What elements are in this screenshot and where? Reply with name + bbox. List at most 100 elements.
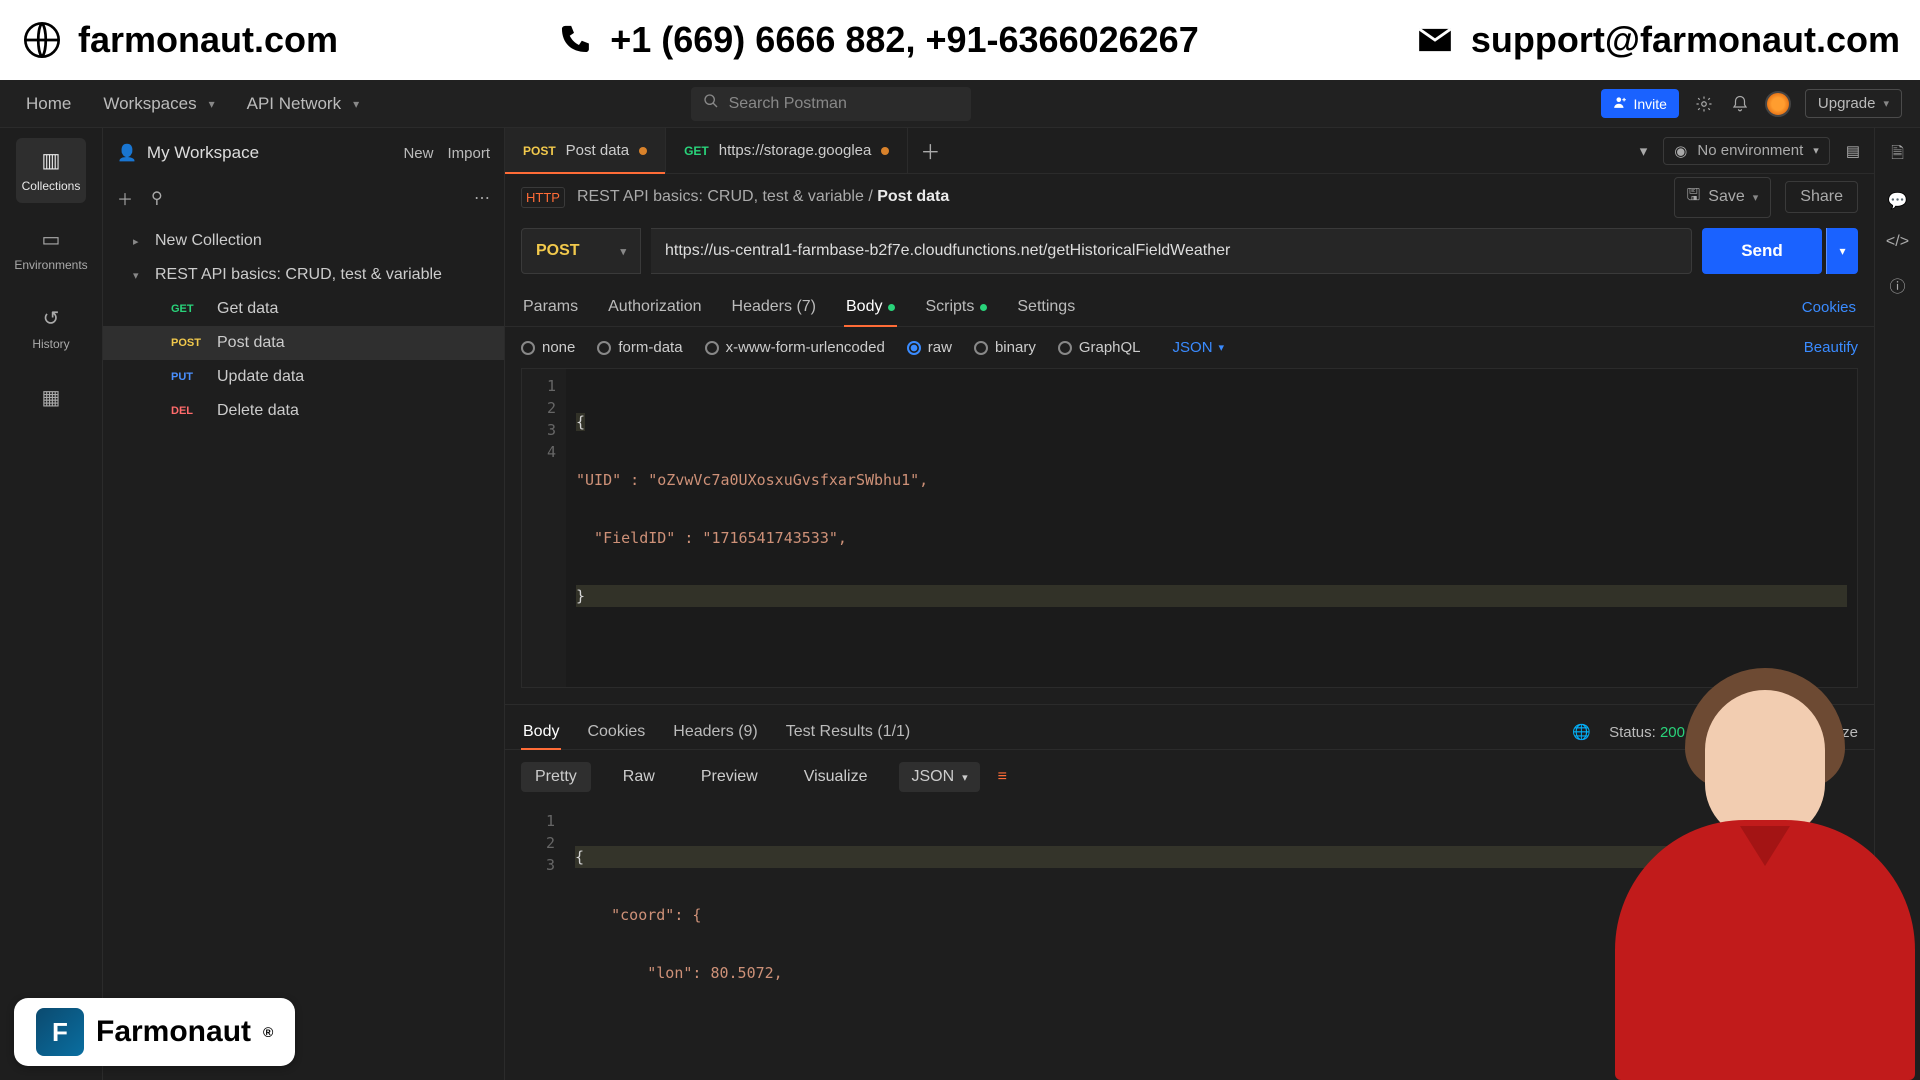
wrap-icon[interactable]: ≡	[998, 768, 1007, 786]
chevron-right-icon: ▸	[133, 235, 145, 248]
settings-icon[interactable]	[1693, 93, 1715, 115]
new-button[interactable]: New	[403, 145, 433, 162]
code-line: {	[575, 848, 584, 866]
logo-registered: ®	[263, 1024, 273, 1040]
body-graphql[interactable]: GraphQL	[1058, 339, 1141, 356]
request-name: Post data	[217, 334, 285, 352]
mail-icon	[1413, 18, 1457, 62]
body-x-www[interactable]: x-www-form-urlencoded	[705, 339, 885, 356]
collection-row[interactable]: ▸ New Collection	[103, 224, 504, 258]
logo-mark-icon: F	[36, 1008, 84, 1056]
response-panel: Body Cookies Headers (9) Test Results (1…	[505, 704, 1874, 1080]
resp-tab-cookies[interactable]: Cookies	[585, 715, 647, 749]
resp-view-raw[interactable]: Raw	[609, 762, 669, 792]
code-icon[interactable]: </>	[1886, 233, 1909, 251]
resp-view-preview[interactable]: Preview	[687, 762, 772, 792]
network-icon[interactable]: 🌐	[1572, 723, 1591, 741]
save-button[interactable]: 🖫 Save ▾	[1674, 177, 1772, 218]
comments-icon[interactable]: 💬	[1888, 191, 1908, 211]
tab-authorization[interactable]: Authorization	[606, 288, 703, 326]
body-binary-label: binary	[995, 339, 1036, 356]
cookies-link[interactable]: Cookies	[1800, 288, 1858, 326]
tab-settings[interactable]: Settings	[1015, 288, 1077, 326]
resp-tab-headers[interactable]: Headers (9)	[671, 715, 759, 749]
add-icon[interactable]: ＋	[117, 186, 133, 210]
logo-name: Farmonaut	[96, 1015, 251, 1049]
tab-scripts-label: Scripts	[925, 298, 974, 316]
nav-workspaces[interactable]: Workspaces	[95, 88, 222, 120]
nav-api-network[interactable]: API Network	[239, 88, 368, 120]
rail-history[interactable]: ↺ History	[16, 296, 86, 361]
resp-tab-tests[interactable]: Test Results (1/1)	[784, 715, 912, 749]
tab-params[interactable]: Params	[521, 288, 580, 326]
environment-selector[interactable]: ◉ No environment ▾	[1663, 137, 1830, 165]
body-format-select[interactable]: JSON ▾	[1173, 339, 1225, 356]
side-rail: ▥ Collections ▭ Environments ↺ History ▦	[0, 128, 103, 1080]
import-button[interactable]: Import	[447, 145, 490, 162]
nav-home[interactable]: Home	[18, 88, 79, 120]
method-value: POST	[536, 242, 580, 260]
body-format-label: JSON	[1173, 339, 1213, 356]
send-options-button[interactable]: ▾	[1826, 228, 1858, 274]
url-input[interactable]: https://us-central1-farmbase-b2f7e.cloud…	[651, 228, 1692, 274]
resp-view-pretty[interactable]: Pretty	[521, 762, 591, 792]
brand-phone: +1 (669) 6666 882, +91-6366026267	[552, 18, 1199, 62]
invite-button[interactable]: Invite	[1601, 89, 1678, 118]
share-button[interactable]: Share	[1785, 181, 1858, 213]
info-icon[interactable]: ⓘ	[1889, 273, 1905, 297]
body-form-data[interactable]: form-data	[597, 339, 682, 356]
tab-body[interactable]: Body	[844, 288, 897, 326]
tab-scripts[interactable]: Scripts	[923, 288, 989, 326]
upgrade-button[interactable]: Upgrade ▾	[1805, 89, 1902, 118]
breadcrumb-path[interactable]: REST API basics: CRUD, test & variable /…	[577, 188, 949, 206]
rail-collections[interactable]: ▥ Collections	[16, 138, 86, 203]
notifications-icon[interactable]	[1729, 93, 1751, 115]
body-raw[interactable]: raw	[907, 339, 952, 356]
resp-view-visualize[interactable]: Visualize	[790, 762, 882, 792]
global-search[interactable]: Search Postman	[691, 87, 971, 121]
resp-format-select[interactable]: JSON ▾	[899, 762, 979, 792]
tree-toolbar: ＋ ⚲ ⋯	[103, 178, 504, 218]
tabs-chevron-icon[interactable]: ▾	[1640, 142, 1648, 160]
workspace-name: My Workspace	[147, 143, 259, 163]
docs-icon[interactable]: 🗎	[1891, 142, 1904, 169]
beautify-button[interactable]: Beautify	[1804, 339, 1858, 356]
request-row[interactable]: DEL Delete data	[103, 394, 504, 428]
code-line: }	[576, 587, 585, 605]
new-tab-button[interactable]: ＋	[908, 128, 952, 173]
collections-icon: ▥	[42, 148, 61, 173]
tab-headers[interactable]: Headers (7)	[730, 288, 818, 326]
method-select[interactable]: POST ▾	[521, 228, 641, 274]
breadcrumb: HTTP REST API basics: CRUD, test & varia…	[505, 174, 1874, 220]
editor-tab[interactable]: POST Post data	[505, 128, 666, 173]
user-avatar[interactable]	[1765, 91, 1791, 117]
body-binary[interactable]: binary	[974, 339, 1036, 356]
editor-tab[interactable]: GET https://storage.googlea	[666, 128, 908, 173]
request-row[interactable]: GET Get data	[103, 292, 504, 326]
dirty-indicator-icon	[639, 147, 647, 155]
more-icon: ▦	[42, 385, 61, 410]
send-label: Send	[1741, 241, 1783, 261]
chevron-down-icon: ▾	[1753, 191, 1759, 204]
request-body-editor[interactable]: 1234 { "UID" : "oZvwVc7a0UXosxuGvsfxarSW…	[521, 368, 1858, 688]
code-line: "lon": 80.5072,	[575, 964, 783, 982]
app-shell: Home Workspaces API Network Search Postm…	[0, 80, 1920, 1080]
layout-icon[interactable]: ▤	[1846, 142, 1860, 160]
rail-more[interactable]: ▦	[16, 375, 86, 420]
body-none[interactable]: none	[521, 339, 575, 356]
line-gutter: 1234	[522, 369, 566, 687]
more-options-icon[interactable]: ⋯	[474, 188, 490, 208]
request-row[interactable]: PUT Update data	[103, 360, 504, 394]
resp-tab-body[interactable]: Body	[521, 715, 561, 749]
rail-environments[interactable]: ▭ Environments	[16, 217, 86, 282]
code-line: {	[576, 413, 585, 431]
code-area[interactable]: { "UID" : "oZvwVc7a0UXosxuGvsfxarSWbhu1"…	[566, 369, 1857, 687]
logo-badge: F Farmonaut ®	[14, 998, 295, 1066]
response-body-editor[interactable]: 123 { "coord": { "lon": 80.5072,	[521, 804, 1858, 1026]
url-value: https://us-central1-farmbase-b2f7e.cloud…	[665, 242, 1230, 260]
collection-row[interactable]: ▾ REST API basics: CRUD, test & variable	[103, 258, 504, 292]
request-row[interactable]: POST Post data	[103, 326, 504, 360]
send-button[interactable]: Send	[1702, 228, 1822, 274]
filter-icon[interactable]: ⚲	[151, 188, 163, 208]
left-panel: ▥ Collections ▭ Environments ↺ History ▦…	[0, 128, 505, 1080]
